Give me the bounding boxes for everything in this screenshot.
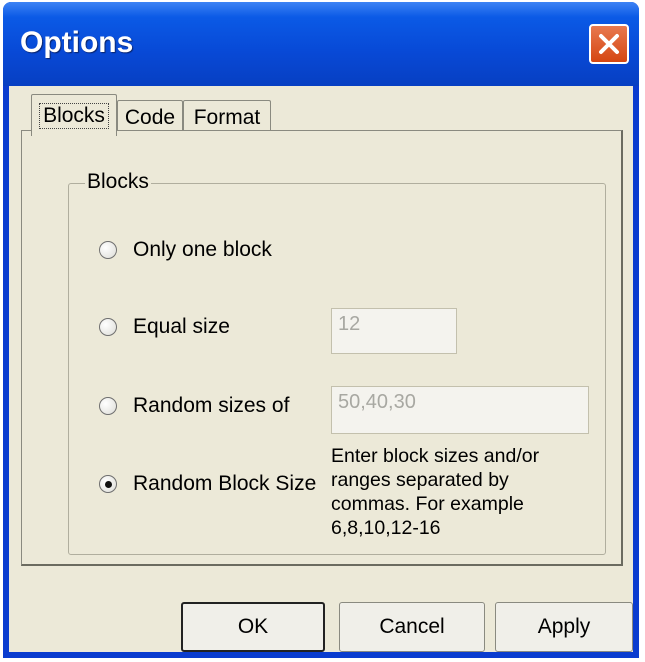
radio-random-sizes-of-label: Random sizes of (133, 394, 290, 417)
radio-equal-size[interactable]: Equal size (99, 315, 230, 339)
tab-code[interactable]: Code (117, 100, 183, 134)
random-sizes-input[interactable]: 50,40,30 (331, 386, 589, 434)
options-dialog: Options Blocks Code Format Blocks Only o… (3, 2, 639, 658)
cancel-button[interactable]: Cancel (339, 602, 485, 652)
radio-random-block-size[interactable]: Random Block Size (99, 472, 316, 496)
radio-random-sizes-of[interactable]: Random sizes of (99, 394, 289, 418)
groupbox-legend: Blocks (85, 170, 151, 194)
tab-format-label: Format (193, 105, 261, 129)
title-bar[interactable]: Options (3, 2, 639, 86)
radio-random-block-size-indicator[interactable] (99, 475, 117, 493)
tab-code-label: Code (124, 105, 176, 129)
tab-blocks-label: Blocks (39, 102, 109, 129)
radio-random-sizes-of-indicator[interactable] (99, 397, 117, 415)
ok-button[interactable]: OK (181, 602, 325, 652)
radio-equal-size-label: Equal size (133, 315, 230, 338)
radio-only-one-block-indicator[interactable] (99, 241, 117, 259)
window-title: Options (20, 26, 134, 59)
close-button[interactable] (589, 24, 629, 64)
close-icon (599, 34, 619, 54)
blocks-tab-panel: Blocks Only one block Equal size 12 Rand… (21, 130, 623, 566)
tab-format[interactable]: Format (183, 100, 271, 134)
radio-equal-size-indicator[interactable] (99, 318, 117, 336)
blocks-groupbox: Blocks Only one block Equal size 12 Rand… (68, 170, 606, 555)
help-text: Enter block sizes and/or ranges separate… (331, 445, 540, 539)
radio-only-one-block[interactable]: Only one block (99, 238, 272, 262)
radio-random-block-size-label: Random Block Size (133, 472, 317, 495)
radio-only-one-block-label: Only one block (133, 238, 272, 261)
apply-button[interactable]: Apply (495, 602, 633, 652)
tab-blocks[interactable]: Blocks (31, 94, 117, 136)
equal-size-input[interactable]: 12 (331, 308, 457, 354)
dialog-client: Blocks Code Format Blocks Only one block… (9, 86, 633, 652)
